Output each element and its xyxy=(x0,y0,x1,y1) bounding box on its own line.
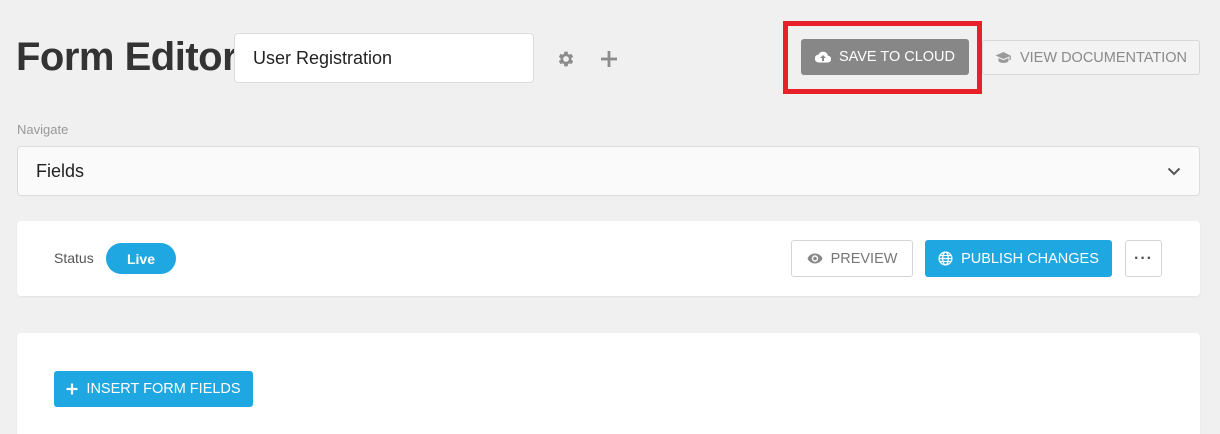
publish-changes-label: PUBLISH CHANGES xyxy=(961,250,1099,267)
more-options-label: ··· xyxy=(1134,249,1153,267)
view-documentation-label: VIEW DOCUMENTATION xyxy=(1019,49,1187,66)
graduation-cap-icon xyxy=(995,51,1012,64)
insert-form-fields-button[interactable]: INSERT FORM FIELDS xyxy=(54,371,253,407)
status-toolbar: Status Live PREVIEW PUBLISH CHANGES ··· xyxy=(17,221,1200,296)
eye-icon xyxy=(807,253,823,264)
navigate-label: Navigate xyxy=(17,122,69,137)
more-options-button[interactable]: ··· xyxy=(1125,240,1162,277)
publish-changes-button[interactable]: PUBLISH CHANGES xyxy=(925,240,1112,277)
form-fields-panel: INSERT FORM FIELDS xyxy=(17,333,1200,434)
insert-form-fields-label: INSERT FORM FIELDS xyxy=(86,381,241,397)
chevron-down-icon xyxy=(1167,167,1181,176)
gear-icon[interactable] xyxy=(554,47,578,71)
globe-icon xyxy=(938,251,953,266)
navigate-selected-value: Fields xyxy=(36,160,85,181)
status-label: Status xyxy=(54,250,94,266)
page-title: Form Editor xyxy=(16,35,238,79)
navigate-select[interactable]: Fields xyxy=(17,146,1200,196)
save-to-cloud-label: SAVE TO CLOUD xyxy=(838,49,956,65)
plus-icon xyxy=(66,383,78,395)
preview-button[interactable]: PREVIEW xyxy=(791,240,913,277)
plus-icon[interactable] xyxy=(597,47,621,71)
form-name-input[interactable] xyxy=(234,33,534,83)
status-badge: Live xyxy=(106,243,176,274)
cloud-upload-icon xyxy=(814,51,831,63)
view-documentation-button[interactable]: VIEW DOCUMENTATION xyxy=(982,40,1200,75)
save-to-cloud-button[interactable]: SAVE TO CLOUD xyxy=(801,39,969,75)
preview-label: PREVIEW xyxy=(830,250,898,267)
